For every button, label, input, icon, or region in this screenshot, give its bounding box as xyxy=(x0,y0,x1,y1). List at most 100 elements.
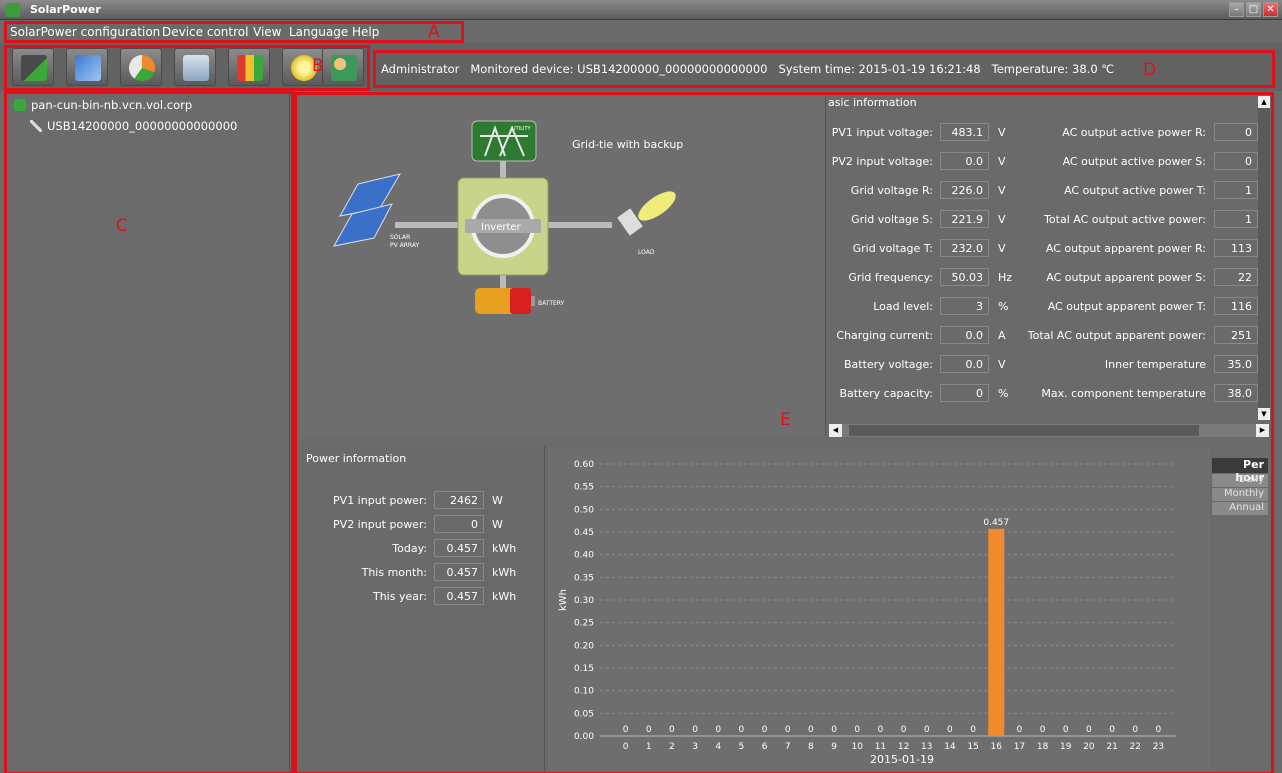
basic-left-value: 483.1 xyxy=(940,123,989,141)
usb-icon xyxy=(30,120,42,132)
scroll-up-arrow[interactable]: ▲ xyxy=(1258,96,1270,108)
basic-info-title: asic information xyxy=(828,96,917,109)
maximize-button[interactable]: □ xyxy=(1246,2,1261,17)
per-hour-button[interactable]: Per hour xyxy=(1212,458,1268,484)
device-button[interactable] xyxy=(174,48,216,86)
power-label: This month: xyxy=(361,566,427,579)
annotation-label-a: A xyxy=(428,22,440,42)
tree-item-device[interactable]: USB14200000_00000000000000 xyxy=(30,119,237,133)
scroll-left-arrow[interactable]: ◀ xyxy=(829,424,842,437)
x-tick-label: 19 xyxy=(1060,742,1072,752)
y-tick-label: 0.40 xyxy=(574,551,594,561)
monthly-button[interactable]: Monthly xyxy=(1212,488,1268,501)
y-tick-label: 0.10 xyxy=(574,687,594,697)
basic-left-value: 0 xyxy=(940,384,989,402)
x-tick-label: 13 xyxy=(921,742,932,752)
power-label: Today: xyxy=(392,542,427,555)
period-selector: Per hour Daily Monthly Annual xyxy=(1212,458,1270,516)
x-tick-label: 14 xyxy=(944,742,956,752)
power-info-panel: Power information PV1 input power: 2462 W P… xyxy=(300,446,545,773)
y-tick-label: 0.20 xyxy=(574,641,594,651)
basic-left-value: 221.9 xyxy=(940,210,989,228)
bar-data-label: 0 xyxy=(1017,725,1023,735)
pie-chart-icon xyxy=(129,55,155,81)
chart-bar xyxy=(988,528,1005,736)
basic-left-unit: V xyxy=(998,126,1006,139)
basic-right-label: AC output apparent power S: xyxy=(1046,271,1206,284)
annotation-label-e: E xyxy=(780,410,791,430)
bar-data-label: 0 xyxy=(1132,725,1138,735)
annotation-label-d: D xyxy=(1143,60,1157,80)
basic-left-label: Grid voltage T: xyxy=(852,242,933,255)
pv-connector xyxy=(395,222,465,228)
basic-info-hscroll[interactable]: ◀ ▶ xyxy=(829,424,1269,437)
minimize-button[interactable]: – xyxy=(1229,2,1244,17)
y-tick-label: 0.30 xyxy=(574,596,594,606)
report-button[interactable] xyxy=(120,48,162,86)
settings-button[interactable] xyxy=(66,48,108,86)
power-label: PV1 input power: xyxy=(333,494,427,507)
hscroll-thumb[interactable] xyxy=(849,425,1199,436)
power-unit: kWh xyxy=(492,590,517,603)
menu-language[interactable]: Language xyxy=(289,25,348,39)
menu-help[interactable]: Help xyxy=(352,25,379,39)
basic-left-value: 226.0 xyxy=(940,181,989,199)
basic-left-unit: V xyxy=(998,155,1006,168)
x-tick-label: 2 xyxy=(669,742,675,752)
scroll-down-arrow[interactable]: ▼ xyxy=(1258,408,1270,420)
power-unit: W xyxy=(492,518,503,531)
menu-solarpower-configuration[interactable]: SolarPower configuration xyxy=(10,25,160,39)
tree-host-label: pan-cun-bin-nb.vcn.vol.corp xyxy=(31,98,193,112)
data-button[interactable] xyxy=(228,48,270,86)
bar-data-label: 0 xyxy=(1156,725,1162,735)
basic-left-value: 0.0 xyxy=(940,355,989,373)
basic-right-value: 251 xyxy=(1214,326,1258,344)
basic-right-value: 0 xyxy=(1214,152,1258,170)
basic-right-value: 1 xyxy=(1214,181,1258,199)
annual-button[interactable]: Annual xyxy=(1212,502,1268,515)
y-tick-label: 0.50 xyxy=(574,505,594,515)
bar-data-label: 0 xyxy=(878,725,884,735)
bar-data-label: 0 xyxy=(808,725,814,735)
bar-data-label: 0 xyxy=(1040,725,1046,735)
bar-data-label: 0 xyxy=(715,725,721,735)
basic-left-value: 50.03 xyxy=(940,268,989,286)
menu-device-control[interactable]: Device control xyxy=(162,25,248,39)
daily-button[interactable]: Daily xyxy=(1212,474,1268,487)
x-tick-label: 17 xyxy=(1014,742,1025,752)
x-tick-label: 5 xyxy=(739,742,745,752)
bar-data-label: 0 xyxy=(785,725,791,735)
bar-data-label: 0 xyxy=(739,725,745,735)
monitor-button[interactable] xyxy=(12,48,54,86)
y-tick-label: 0.60 xyxy=(574,460,594,470)
basic-info-vscroll[interactable]: ▲ ▼ xyxy=(1258,96,1270,420)
x-tick-label: 7 xyxy=(785,742,791,752)
x-tick-label: 23 xyxy=(1153,742,1164,752)
computer-icon xyxy=(14,99,26,111)
close-button[interactable]: ✕ xyxy=(1263,2,1278,17)
menu-view[interactable]: View xyxy=(253,25,281,39)
scroll-right-arrow[interactable]: ▶ xyxy=(1256,424,1269,437)
annotation-label-c: C xyxy=(116,216,128,236)
menu-bar: SolarPower configuration Device control … xyxy=(0,21,1282,43)
power-value: 0 xyxy=(434,515,484,533)
power-unit: kWh xyxy=(492,542,517,555)
power-value: 0.457 xyxy=(434,539,484,557)
annotation-label-b: B xyxy=(312,56,324,76)
y-tick-label: 0.55 xyxy=(574,483,594,493)
tree-item-host[interactable]: pan-cun-bin-nb.vcn.vol.corp xyxy=(14,98,192,112)
basic-right-value: 22 xyxy=(1214,268,1258,286)
system-diagram-panel: UTILITY Inverter SOLAR PV ARRAY LOAD BAT… xyxy=(300,96,825,438)
basic-right-value: 38.0 xyxy=(1214,384,1258,402)
users-button[interactable] xyxy=(322,48,364,86)
x-axis-title: 2015-01-19 xyxy=(870,753,934,766)
x-tick-label: 6 xyxy=(762,742,768,752)
basic-left-unit: V xyxy=(998,213,1006,226)
basic-left-label: Charging current: xyxy=(836,329,933,342)
bar-data-label: 0 xyxy=(1109,725,1115,735)
power-value: 0.457 xyxy=(434,587,484,605)
x-tick-label: 8 xyxy=(808,742,814,752)
y-tick-label: 0.35 xyxy=(574,573,594,583)
basic-right-value: 116 xyxy=(1214,297,1258,315)
status-device: USB14200000_00000000000000 xyxy=(577,62,768,76)
